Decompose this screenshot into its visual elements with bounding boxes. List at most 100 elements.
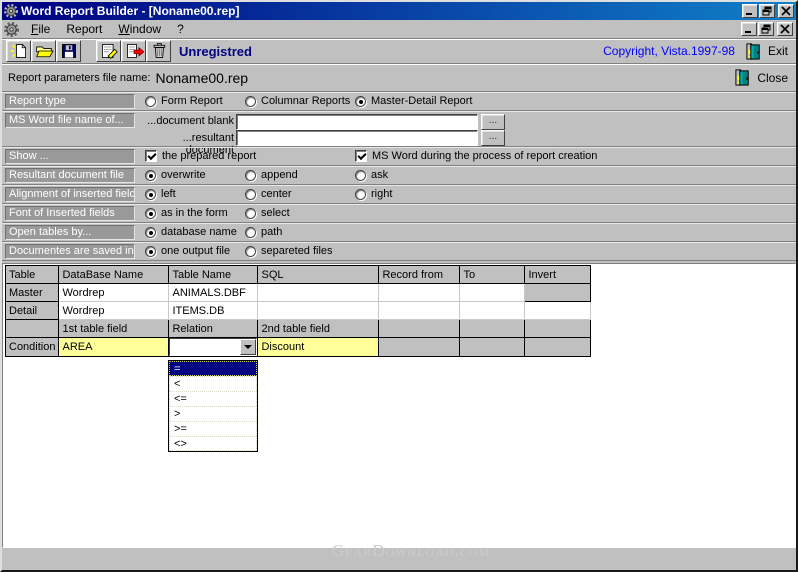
condition-blank-cell: [460, 338, 525, 357]
radio-overwrite[interactable]: overwrite: [145, 169, 206, 181]
alignment-label: Alignment of inserted fields: [5, 187, 135, 202]
mdi-close-button[interactable]: [777, 22, 793, 36]
mdi-minimize-button[interactable]: [741, 22, 757, 36]
radio-database-name[interactable]: database name: [145, 226, 237, 238]
radio-icon: [245, 208, 256, 219]
radio-path[interactable]: path: [245, 226, 282, 238]
menu-file[interactable]: File: [23, 20, 58, 38]
radio-icon: [145, 170, 156, 181]
show-row: Show ... the prepared report MS Word dur…: [2, 147, 796, 166]
resultant-document-browse-button[interactable]: ...: [481, 130, 505, 146]
radio-icon: [245, 189, 256, 200]
condition-header-blank: [379, 320, 460, 338]
radio-align-left[interactable]: left: [145, 188, 176, 200]
export-to-word-button[interactable]: [121, 40, 146, 62]
radio-one-output-file[interactable]: one output file: [145, 245, 230, 257]
radio-icon: [145, 208, 156, 219]
open-tables-row: Open tables by... database name path: [2, 223, 796, 242]
resultant-document-file-row: Resultant document file overwrite append…: [2, 166, 796, 185]
checkbox-label: MS Word during the process of report cre…: [372, 150, 597, 162]
close-button[interactable]: Close: [734, 68, 790, 87]
radio-font-as-in-form[interactable]: as in the form: [145, 207, 228, 219]
open-tables-label: Open tables by...: [5, 225, 135, 240]
detail-table-name-cell[interactable]: ITEMS.DB: [169, 302, 258, 320]
radio-columnar-reports[interactable]: Columnar Reports: [245, 95, 350, 107]
detail-sql-cell[interactable]: [258, 302, 379, 320]
master-sql-cell[interactable]: [258, 284, 379, 302]
condition-header-row: 1st table field Relation 2nd table field: [6, 320, 591, 338]
radio-icon: [355, 96, 366, 107]
copyright-label: Copyright, Vista.1997-98: [603, 44, 735, 58]
radio-font-select[interactable]: select: [245, 207, 290, 219]
exit-button[interactable]: Exit: [745, 42, 792, 61]
document-blank-browse-button[interactable]: ...: [481, 114, 505, 130]
detail-to-cell[interactable]: [460, 302, 525, 320]
radio-label: select: [261, 207, 290, 219]
resultant-document-input[interactable]: [236, 130, 478, 146]
save-report-button[interactable]: [56, 40, 81, 62]
relation-dropdown-list: = < <= > >= <>: [168, 360, 258, 452]
master-database-cell[interactable]: Wordrep: [59, 284, 169, 302]
detail-database-cell[interactable]: Wordrep: [59, 302, 169, 320]
radio-master-detail-report[interactable]: Master-Detail Report: [355, 95, 472, 107]
condition-field1-cell[interactable]: AREA: [59, 338, 169, 357]
radio-label: separeted files: [261, 245, 333, 257]
header-1st-table-field: 1st table field: [59, 320, 169, 338]
radio-form-report[interactable]: Form Report: [145, 95, 223, 107]
header-relation: Relation: [169, 320, 258, 338]
delete-report-button[interactable]: [146, 40, 171, 62]
master-invert-cell[interactable]: [525, 284, 591, 302]
menu-help[interactable]: ?: [169, 20, 192, 38]
combo-dropdown-button[interactable]: [240, 339, 256, 355]
document-blank-input[interactable]: [236, 114, 478, 130]
radio-label: Master-Detail Report: [371, 95, 472, 107]
radio-align-right[interactable]: right: [355, 188, 392, 200]
relation-combobox[interactable]: [169, 338, 257, 356]
mdi-restore-button[interactable]: [758, 22, 774, 36]
radio-ask[interactable]: ask: [355, 169, 388, 181]
open-report-button[interactable]: [31, 40, 56, 62]
header-database-name: DataBase Name: [59, 266, 169, 284]
report-type-label: Report type: [5, 94, 135, 109]
report-type-row: Report type Form Report Columnar Reports…: [2, 92, 796, 111]
dropdown-item-greater-equal[interactable]: >=: [169, 421, 257, 436]
menu-window[interactable]: Window: [110, 20, 169, 38]
radio-label: right: [371, 188, 392, 200]
condition-blank-cell: [525, 338, 591, 357]
header-table: Table: [6, 266, 59, 284]
checkbox-ms-word-during-creation[interactable]: MS Word during the process of report cre…: [355, 150, 597, 162]
relation-value: [170, 339, 174, 355]
checkbox-prepared-report[interactable]: the prepared report: [145, 150, 256, 162]
dropdown-item-not-equal[interactable]: <>: [169, 436, 257, 451]
dropdown-item-equals[interactable]: =: [169, 361, 257, 376]
radio-icon: [245, 96, 256, 107]
condition-blank-cell: [379, 338, 460, 357]
minimize-button[interactable]: [742, 4, 758, 18]
menu-bar: File Report Window ?: [2, 20, 796, 39]
close-label: Close: [757, 71, 788, 85]
filename-row: Report parameters file name: Noname00.re…: [2, 64, 796, 92]
master-to-cell[interactable]: [460, 284, 525, 302]
condition-field2-cell[interactable]: Discount: [258, 338, 379, 357]
new-report-button[interactable]: [6, 40, 31, 62]
radio-separated-files[interactable]: separeted files: [245, 245, 333, 257]
radio-label: path: [261, 226, 282, 238]
radio-append[interactable]: append: [245, 169, 298, 181]
close-window-button[interactable]: [778, 4, 794, 18]
restore-button[interactable]: [759, 4, 775, 18]
child-window-gear-icon[interactable]: [4, 22, 19, 37]
dropdown-item-greater-than[interactable]: >: [169, 406, 257, 421]
radio-label: as in the form: [161, 207, 228, 219]
edit-report-button[interactable]: [96, 40, 121, 62]
master-record-from-cell[interactable]: [379, 284, 460, 302]
radio-align-center[interactable]: center: [245, 188, 292, 200]
menu-report[interactable]: Report: [58, 20, 110, 38]
dropdown-item-less-than[interactable]: <: [169, 376, 257, 391]
detail-record-from-cell[interactable]: [379, 302, 460, 320]
chevron-down-icon: [244, 345, 252, 349]
master-table-name-cell[interactable]: ANIMALS.DBF: [169, 284, 258, 302]
dropdown-item-less-equal[interactable]: <=: [169, 391, 257, 406]
radio-label: append: [261, 169, 298, 181]
app-gear-icon: [4, 4, 18, 18]
detail-invert-cell[interactable]: [525, 302, 591, 320]
